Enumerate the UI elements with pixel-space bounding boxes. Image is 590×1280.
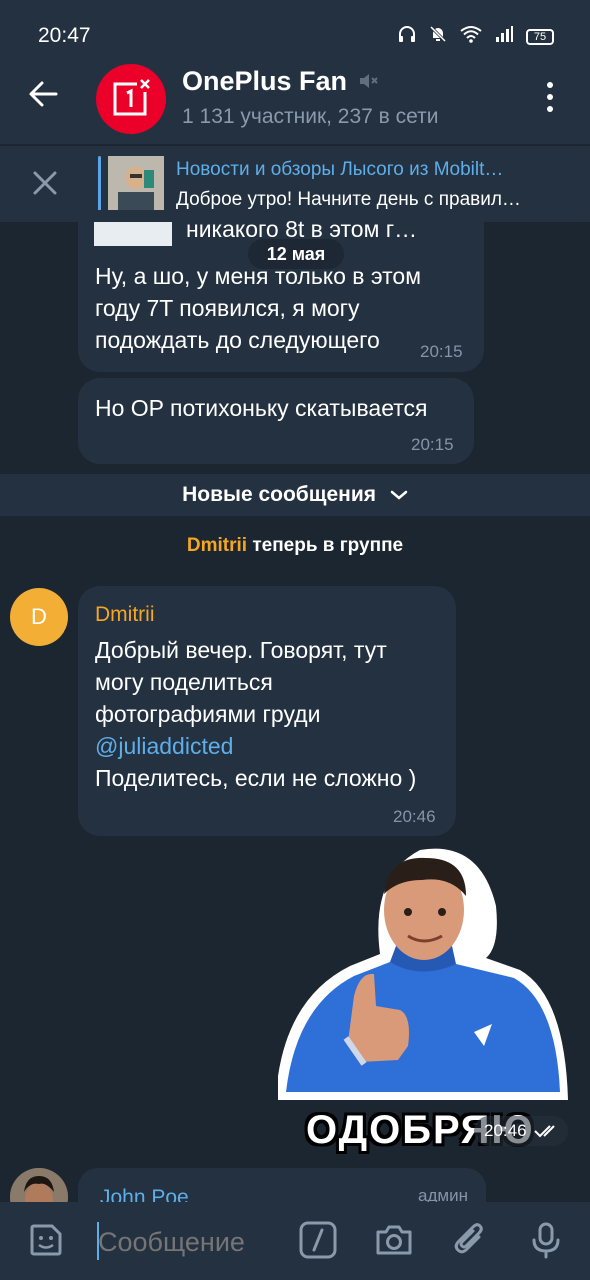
service-text: теперь в группе: [247, 535, 404, 556]
camera-button[interactable]: [374, 1220, 414, 1260]
message-text: Ну, а шо, у меня только в этом году 7T п…: [95, 260, 475, 356]
chat-title[interactable]: OnePlus Fan: [182, 66, 347, 97]
pinned-title: Новости и обзоры Лысого из Mobilt…: [176, 159, 504, 180]
chat-avatar[interactable]: [96, 64, 166, 134]
message-line: могу поделиться: [95, 669, 273, 695]
battery-icon: 75: [526, 28, 554, 45]
sticker-button[interactable]: [26, 1220, 66, 1260]
dot-icon: [547, 82, 553, 88]
pinned-text: Доброе утро! Начните день с правил…: [176, 189, 521, 210]
telegram-chat-screen: 20:47 75 OnePlus Fan 1 131 участник, 237…: [0, 0, 590, 1280]
message-bubble[interactable]: Dmitrii Добрый вечер. Говорят, тут могу …: [78, 586, 456, 836]
message-input-bar: [0, 1202, 590, 1280]
date-separator: 12 мая: [248, 239, 344, 269]
message-line: Добрый вечер. Говорят, тут: [95, 637, 387, 663]
message-line: фотографиями груди: [95, 701, 321, 727]
chat-header: OnePlus Fan 1 131 участник, 237 в сети: [0, 52, 590, 144]
new-messages-divider[interactable]: Новые сообщения: [0, 474, 590, 516]
back-button[interactable]: [26, 76, 66, 120]
dot-icon: [547, 94, 553, 100]
message-text: Добрый вечер. Говорят, тут могу поделить…: [95, 634, 451, 794]
battery-level: 75: [533, 30, 547, 43]
double-check-icon: [534, 1125, 555, 1138]
avatar[interactable]: D: [10, 588, 68, 646]
wifi-icon: [460, 25, 482, 48]
pinned-thumbnail: [108, 156, 164, 212]
message-bubble[interactable]: никакого 8t в этом г… Ну, а шо, у меня т…: [78, 210, 484, 372]
voice-message-button[interactable]: [526, 1220, 566, 1260]
mention-link[interactable]: @juliaddicted: [95, 730, 451, 762]
more-options-button[interactable]: [538, 82, 562, 116]
chat-members-count: 1 131 участник, 237 в сети: [182, 105, 439, 128]
paperclip-icon: [454, 1223, 483, 1254]
message-time: 20:46: [484, 1121, 527, 1140]
bell-off-icon: [429, 25, 447, 48]
close-icon: [33, 171, 57, 195]
message-sender[interactable]: Dmitrii: [95, 603, 154, 627]
message-time: 20:46: [393, 807, 436, 826]
close-pinned-button[interactable]: [30, 168, 60, 203]
muted-speaker-icon: [356, 69, 380, 98]
pinned-indicator: [98, 156, 101, 212]
status-icons: 75: [398, 25, 554, 48]
service-message: Dmitrii теперь в группе: [0, 535, 590, 557]
bot-commands-button[interactable]: [298, 1220, 338, 1260]
sticker-message[interactable]: [270, 846, 572, 1112]
new-messages-label: Новые сообщения: [182, 483, 377, 506]
service-user-name[interactable]: Dmitrii: [187, 535, 247, 556]
sticker-image: [278, 848, 568, 1100]
status-time: 20:47: [38, 24, 91, 47]
message-time: 20:15: [420, 342, 463, 361]
message-line: подождать до следующего: [95, 327, 380, 353]
status-bar: 20:47 75: [0, 0, 590, 52]
arrow-left-icon: [29, 81, 58, 107]
slash-command-icon: [299, 1221, 337, 1259]
message-line: году 7T появился, я могу: [95, 295, 360, 321]
attach-button[interactable]: [450, 1220, 490, 1260]
dot-icon: [547, 106, 553, 112]
sticker-smile-icon: [30, 1224, 62, 1256]
message-time: 20:15: [411, 435, 454, 454]
headphones-icon: [398, 25, 416, 48]
signal-icon: [495, 25, 513, 48]
microphone-icon: [532, 1222, 560, 1259]
message-input[interactable]: [98, 1224, 288, 1260]
message-line: Поделитесь, если не сложно ): [95, 765, 417, 791]
sticker-time-badge: 20:46: [474, 1116, 568, 1146]
camera-icon: [376, 1225, 412, 1255]
reply-thumbnail: [94, 222, 172, 246]
message-bubble[interactable]: Но OP потихоньку скатывается 20:15: [78, 378, 474, 464]
message-text: Но OP потихоньку скатывается: [95, 395, 428, 421]
chevron-down-icon: [390, 490, 408, 500]
oneplus-logo-icon: [113, 78, 151, 116]
